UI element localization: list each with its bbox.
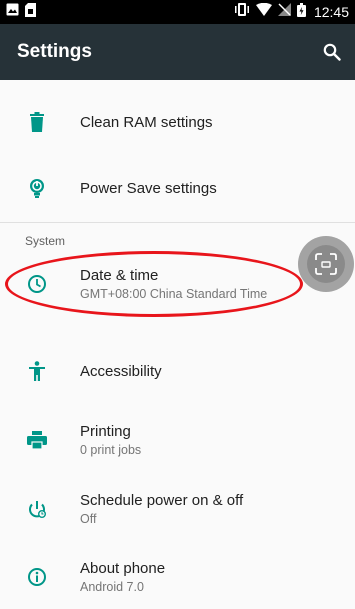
settings-item-summary: Android 7.0 [80, 579, 144, 594]
search-icon [323, 43, 341, 61]
settings-item-summary: 0 print jobs [80, 442, 142, 457]
search-button[interactable] [319, 39, 345, 65]
settings-item-printing[interactable]: Printing 0 print jobs [0, 415, 355, 465]
floating-screenshot-button[interactable] [298, 236, 354, 292]
settings-item-title: Accessibility [80, 362, 162, 380]
schedule-power-icon [25, 497, 49, 521]
battery-icon [296, 2, 306, 22]
print-icon [25, 428, 49, 452]
settings-item-power-save[interactable]: Power Save settings [0, 162, 355, 214]
section-header-system: System [25, 234, 66, 248]
screenshot-icon [315, 253, 337, 275]
settings-item-title: Power Save settings [80, 179, 217, 197]
settings-item-accessibility[interactable]: Accessibility [0, 346, 355, 396]
no-sim-icon [277, 3, 291, 21]
power-save-icon [25, 176, 49, 200]
settings-item-title: Clean RAM settings [80, 113, 213, 131]
status-bar: 12:45 [0, 0, 355, 24]
sim-icon [25, 2, 36, 22]
app-bar: Settings [0, 24, 355, 80]
settings-item-title: About phone [80, 559, 166, 577]
settings-item-summary: GMT+08:00 China Standard Time [80, 286, 268, 301]
settings-item-clean-ram[interactable]: Clean RAM settings [0, 96, 355, 148]
settings-item-title: Schedule power on & off [80, 491, 244, 509]
settings-item-title: Printing [80, 422, 131, 440]
wifi-icon [255, 2, 272, 21]
trash-icon [25, 110, 49, 134]
accessibility-icon [25, 359, 49, 383]
clock-icon [25, 272, 49, 296]
page-title: Settings [17, 41, 92, 62]
settings-item-about-phone[interactable]: About phone Android 7.0 [0, 552, 355, 602]
divider [0, 222, 355, 223]
settings-item-schedule-power[interactable]: Schedule power on & off Off [0, 484, 355, 534]
settings-item-summary: Off [80, 511, 97, 526]
vibrate-icon [234, 3, 250, 21]
image-icon [6, 3, 19, 21]
info-icon [25, 565, 49, 589]
status-time: 12:45 [313, 4, 349, 20]
